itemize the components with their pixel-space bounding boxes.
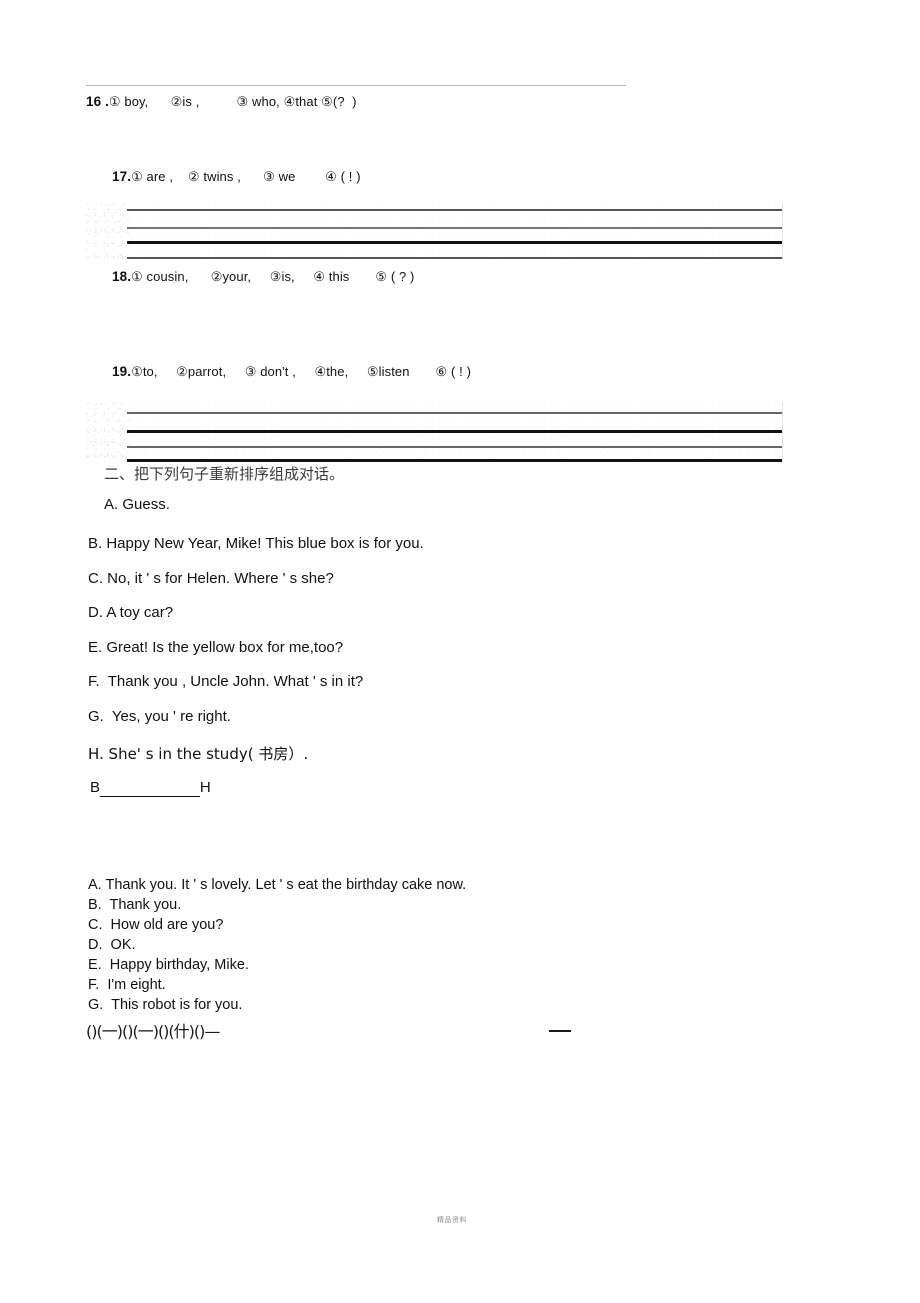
dialogue-two-line-d: D. OK. [88,937,136,953]
writing-rule [127,257,783,259]
dialogue-one-line-a: A. Guess. [104,496,170,513]
dialogue-one-line-e: E. Great! Is the yellow box for me,too? [88,639,344,656]
dialogue-one-line-g: G. Yes, you ' re right. [88,708,231,725]
item-body: ①to, ②parrot, ③ don't , ④the, ⑤listen ⑥ … [131,364,472,379]
writing-rule [127,412,783,414]
dialogue-two-line-e: E. Happy birthday, Mike. [88,957,249,973]
writing-rule [127,241,783,244]
top-hairline-rule [86,85,626,86]
answer-prefix: B [90,779,101,796]
item-body: ① boy, ②is , ③ who, ④that ⑤(? ) [108,94,357,109]
rearrange-item-17: 17.① are , ② twins , ③ we ④ ( ! ) [112,169,361,185]
writing-rule [127,227,783,229]
item-number: 18. [112,269,132,284]
answer-ruled-box-2[interactable] [86,402,783,462]
answer-suffix: H [199,779,211,796]
answer-ruled-box-1[interactable] [86,203,783,261]
item-body: ① are , ② twins , ③ we ④ ( ! ) [131,169,361,184]
item-body: ① cousin, ②your, ③is, ④ this ⑤ ( ? ) [131,269,415,284]
footer-watermark: 精品资料 [437,1216,467,1224]
rearrange-item-18: 18.① cousin, ②your, ③is, ④ this ⑤ ( ? ) [112,269,414,285]
item-number: 17. [112,169,132,184]
dialogue-one-line-b: B. Happy New Year, Mike! This blue box i… [88,535,424,552]
section-two-heading: 二、把下列句子重新排序组成对话。 [104,465,345,483]
scan-noise-gutter [86,203,130,261]
document-page: 16 .① boy, ②is , ③ who, ④that ⑤(? ) 17.①… [0,0,920,1303]
writing-rule [127,430,783,433]
stray-dash [549,1030,571,1032]
dialogue-one-line-h: H. She' s in the study( 书房）. [88,745,309,763]
dialogue-one-answer-blank[interactable]: B H [90,779,211,797]
dialogue-two-line-c: C. How old are you? [88,917,224,933]
writing-rule [127,209,783,211]
answer-underline[interactable] [100,779,200,797]
rearrange-item-19: 19.①to, ②parrot, ③ don't , ④the, ⑤listen… [112,364,471,380]
scan-noise-texture [130,203,783,261]
item-number: 19. [112,364,132,379]
dialogue-one-line-c: C. No, it ' s for Helen. Where ' s she? [88,570,334,587]
dialogue-two-line-f: F. I'm eight. [88,977,166,993]
writing-rule [127,459,783,462]
scan-noise-gutter [86,402,130,462]
dialogue-two-line-g: G. This robot is for you. [88,997,243,1013]
dialogue-one-line-f: F. Thank you , Uncle John. What ' s in i… [88,673,364,690]
item-number: 16 . [86,94,109,109]
dialogue-two-line-b: B. Thank you. [88,897,182,913]
dialogue-two-line-a: A. Thank you. It ' s lovely. Let ' s eat… [88,877,467,893]
writing-rule [127,446,783,448]
rearrange-item-16: 16 .① boy, ②is , ③ who, ④that ⑤(? ) [86,94,357,110]
box-right-edge [782,203,783,261]
dialogue-one-line-d: D. A toy car? [88,604,174,621]
stray-glyph-row: ()(一)()(一)()(什)()— [86,1022,220,1041]
box-right-edge [782,402,783,462]
